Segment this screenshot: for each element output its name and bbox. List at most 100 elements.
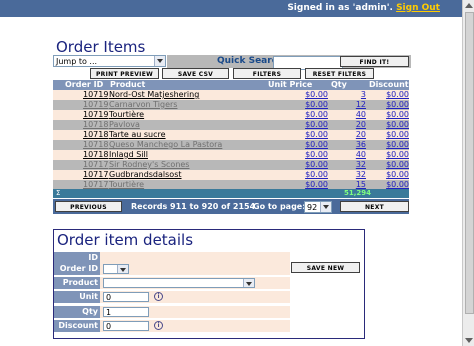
col-product[interactable]: Product	[110, 80, 145, 89]
col-qty[interactable]: Qty	[331, 80, 347, 89]
product-select[interactable]	[103, 278, 255, 288]
discount-cell: $0.00	[386, 150, 409, 159]
dropdown-arrow-icon[interactable]	[320, 202, 331, 212]
find-it-button[interactable]: FIND IT!	[340, 56, 409, 67]
sign-out-link[interactable]: Sign Out	[396, 3, 440, 13]
table-row[interactable]: 10717 Gudbrandsdalsost $0.00 32 $0.00	[53, 170, 409, 180]
product-link[interactable]: Sir Rodney's Scones	[109, 160, 189, 169]
product-link[interactable]: Tourtière	[109, 180, 144, 189]
qty-cell: 15	[355, 180, 366, 189]
order-id-link[interactable]: 10718	[83, 150, 108, 159]
product-link[interactable]: Gudbrandsdalsost	[109, 170, 182, 179]
table-row[interactable]: 10718 Pavlova $0.00 20 $0.00	[53, 120, 409, 130]
scroll-down-icon[interactable]	[465, 338, 473, 343]
order-id-link[interactable]: 10717	[83, 170, 108, 179]
signed-in-status: Signed in as 'admin'. Sign Out	[287, 3, 440, 13]
order-id-label: Order ID	[54, 263, 100, 275]
product-link[interactable]: Pavlova	[109, 120, 140, 129]
qty-cell: 32	[355, 160, 366, 169]
table-row[interactable]: 10718 Inlagd Sill $0.00 40 $0.00	[53, 150, 409, 160]
col-discount[interactable]: Discount	[369, 80, 409, 89]
records-text: Records 911 to 920 of 2154	[131, 202, 256, 211]
dropdown-arrow-icon[interactable]	[243, 279, 254, 287]
qty-cell: 32	[355, 170, 366, 179]
qty-total: 51,294	[344, 189, 372, 197]
print-preview-button[interactable]: PRINT PREVIEW	[90, 68, 159, 79]
reset-filters-button[interactable]: RESET FILTERS	[305, 68, 374, 79]
unit-price-input[interactable]: 0	[103, 292, 149, 302]
scroll-thumb[interactable]	[465, 12, 474, 314]
totals-mark: Σ	[56, 189, 61, 197]
discount-cell: $0.00	[386, 180, 409, 189]
order-item-details-title: Order item details	[57, 231, 194, 249]
discount-cell: $0.00	[386, 170, 409, 179]
order-id-link[interactable]: 10717	[83, 160, 108, 169]
info-icon[interactable]: i	[154, 292, 163, 301]
qty-cell: 40	[355, 110, 366, 119]
order-items-title: Order Items	[56, 38, 146, 56]
table-row[interactable]: 10719 Carnarvon Tigers $0.00 12 $0.00	[53, 100, 409, 110]
col-unit-price[interactable]: Unit Price	[268, 80, 312, 89]
unit-price-cell: $0.00	[305, 90, 328, 99]
save-new-button[interactable]: SAVE NEW	[291, 262, 360, 273]
unit-price-cell: $0.00	[305, 110, 328, 119]
order-id-select[interactable]	[103, 264, 129, 274]
dropdown-arrow-icon[interactable]	[117, 265, 128, 273]
filters-button[interactable]: FILTERS	[233, 68, 301, 79]
qty-cell: 20	[355, 120, 366, 129]
qty-cell: 40	[355, 150, 366, 159]
discount-cell: $0.00	[386, 90, 409, 99]
info-icon[interactable]: i	[154, 321, 163, 330]
discount-cell: $0.00	[386, 140, 409, 149]
discount-input[interactable]: 0	[103, 321, 149, 331]
order-id-link[interactable]: 10718	[83, 140, 108, 149]
qty-input[interactable]: 1	[103, 307, 149, 317]
vertical-scrollbar[interactable]	[462, 0, 474, 346]
unit-price-cell: $0.00	[305, 130, 328, 139]
table-row[interactable]: 10718 Tarte au sucre $0.00 20 $0.00	[53, 130, 409, 140]
discount-cell: $0.00	[386, 130, 409, 139]
table-row[interactable]: 10717 Sir Rodney's Scones $0.00 32 $0.00	[53, 160, 409, 170]
unit-price-label: Unit Price	[54, 291, 100, 313]
qty-cell: 3	[360, 90, 366, 99]
order-id-link[interactable]: 10719	[83, 110, 108, 119]
previous-button[interactable]: PREVIOUS	[55, 201, 122, 212]
table-row[interactable]: 10719 Tourtière $0.00 40 $0.00	[53, 110, 409, 120]
table-row[interactable]: 10719 Nord-Ost Matjeshering $0.00 3 $0.00	[53, 90, 409, 100]
save-csv-button[interactable]: SAVE CSV	[162, 68, 229, 79]
go-to-page-label: Go to page:	[253, 202, 306, 211]
scroll-up-icon[interactable]	[465, 3, 473, 8]
order-id-link[interactable]: 10718	[83, 120, 108, 129]
discount-cell: $0.00	[386, 120, 409, 129]
next-button[interactable]: NEXT	[340, 201, 409, 212]
discount-cell: $0.00	[386, 160, 409, 169]
product-link[interactable]: Tourtière	[109, 110, 144, 119]
product-link[interactable]: Queso Manchego La Pastora	[109, 140, 222, 149]
unit-price-cell: $0.00	[305, 170, 328, 179]
unit-price-cell: $0.00	[305, 100, 328, 109]
order-id-link[interactable]: 10719	[83, 90, 108, 99]
product-link[interactable]: Tarte au sucre	[109, 130, 166, 139]
unit-price-cell: $0.00	[305, 140, 328, 149]
unit-price-cell: $0.00	[305, 180, 328, 189]
jump-to-select[interactable]: Jump to ...	[53, 55, 166, 67]
unit-price-cell: $0.00	[305, 120, 328, 129]
unit-price-cell: $0.00	[305, 150, 328, 159]
order-id-link[interactable]: 10718	[83, 130, 108, 139]
product-label: Product	[54, 277, 100, 289]
col-order-id[interactable]: Order ID	[65, 80, 103, 89]
page-select[interactable]: 92	[304, 201, 332, 213]
discount-cell: $0.00	[386, 100, 409, 109]
product-link[interactable]: Inlagd Sill	[109, 150, 148, 159]
dropdown-arrow-icon[interactable]	[154, 56, 165, 66]
grid-header	[53, 80, 409, 90]
order-id-link[interactable]: 10719	[83, 100, 108, 109]
totals-row: Σ 51,294	[53, 189, 409, 198]
page-select-value: 92	[307, 203, 318, 212]
qty-cell: 20	[355, 130, 366, 139]
product-link[interactable]: Carnarvon Tigers	[109, 100, 177, 109]
order-id-link[interactable]: 10717	[83, 180, 108, 189]
table-row[interactable]: 10718 Queso Manchego La Pastora $0.00 36 $0.…	[53, 140, 409, 150]
unit-price-cell: $0.00	[305, 160, 328, 169]
product-link[interactable]: Nord-Ost Matjeshering	[109, 90, 199, 99]
